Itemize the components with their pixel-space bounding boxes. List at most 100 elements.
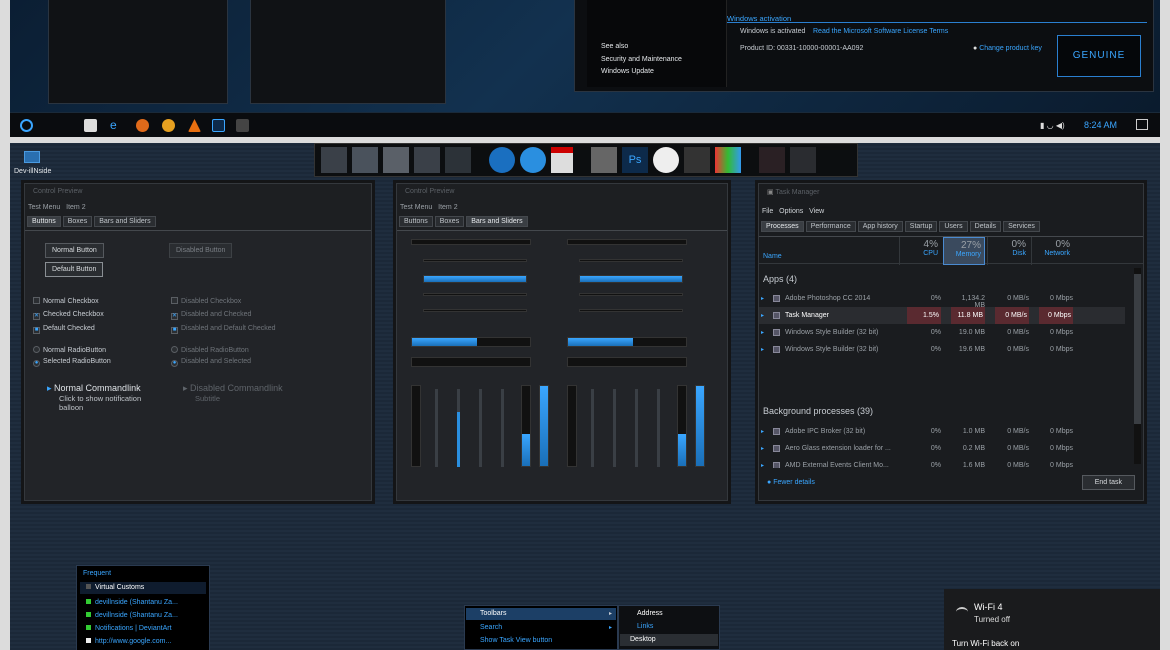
horizontal-scrollbar[interactable]: [411, 239, 531, 245]
jumplist-item[interactable]: devillnside (Shantanu Za...: [80, 610, 206, 622]
change-product-key-link[interactable]: ● Change product key: [973, 45, 1042, 52]
tray-icons[interactable]: ▮ ◡ ◀): [1040, 121, 1065, 130]
col-name[interactable]: Name: [763, 253, 782, 260]
clock[interactable]: 8:24 AM: [1084, 120, 1117, 130]
wifi-turn-on-button[interactable]: Turn Wi-Fi back on: [952, 639, 1019, 648]
menu-item[interactable]: Item 2: [66, 204, 85, 211]
security-maintenance-link[interactable]: Security and Maintenance: [601, 56, 682, 63]
tab-startup[interactable]: Startup: [904, 221, 938, 232]
vertical-slider[interactable]: [591, 389, 594, 467]
trash-icon[interactable]: [383, 147, 409, 173]
menu-file[interactable]: File: [762, 208, 773, 215]
dock-app-icon[interactable]: [321, 147, 347, 173]
process-row[interactable]: ▸ Adobe IPC Broker (32 bit) 0% 1.0 MB 0 MB/s…: [759, 423, 1125, 440]
action-center-icon[interactable]: [1136, 119, 1148, 130]
tab-app-history[interactable]: App history: [857, 221, 903, 232]
photoshop-taskbar-icon[interactable]: [212, 119, 225, 132]
jumplist-item[interactable]: Virtual Customs: [80, 582, 206, 594]
dock-app-icon[interactable]: [352, 147, 378, 173]
firefox-icon[interactable]: [136, 119, 149, 132]
submenu-desktop[interactable]: Desktop: [620, 634, 718, 646]
menu-item[interactable]: Item 2: [438, 204, 457, 211]
menu-options[interactable]: Options: [779, 208, 803, 215]
license-terms-link[interactable]: Read the Microsoft Software License Term…: [813, 28, 948, 35]
menu-item[interactable]: Test Menu: [28, 204, 60, 211]
jumplist-item[interactable]: http://www.google.com...: [80, 636, 206, 648]
tab-performance[interactable]: Performance: [805, 221, 856, 232]
tab-bars-sliders[interactable]: Bars and Sliders: [94, 216, 156, 227]
process-row[interactable]: ▸ Task Manager 1.5% 11.8 MB 0 MB/s 0 Mbps: [759, 307, 1125, 324]
globe-icon[interactable]: [489, 147, 515, 173]
slider-track[interactable]: [579, 293, 683, 296]
selected-radio[interactable]: ● Selected RadioButton: [33, 358, 111, 367]
slider-track[interactable]: [579, 259, 683, 262]
menu-item-toolbars[interactable]: Toolbars ▸: [466, 608, 616, 620]
vertical-scrollbar[interactable]: [411, 385, 421, 467]
slider-track[interactable]: [423, 309, 527, 312]
menu-item-task-view[interactable]: Show Task View button: [466, 635, 616, 647]
menu-item-search[interactable]: Search ▸: [466, 622, 616, 634]
tab-details[interactable]: Details: [969, 221, 1002, 232]
normal-checkbox[interactable]: Normal Checkbox: [33, 297, 99, 305]
expand-arrow-icon[interactable]: ▸: [761, 295, 764, 302]
vlc-icon[interactable]: [188, 119, 201, 132]
default-checked-checkbox[interactable]: ■ Default Checked: [33, 325, 95, 334]
submenu-address[interactable]: Address: [637, 610, 663, 617]
tab-buttons[interactable]: Buttons: [399, 216, 433, 227]
menu-view[interactable]: View: [809, 208, 824, 215]
vertical-slider[interactable]: [479, 389, 482, 467]
fx-icon[interactable]: [653, 147, 679, 173]
dock-app-icon[interactable]: [414, 147, 440, 173]
expand-arrow-icon[interactable]: ▸: [761, 346, 764, 353]
menu-item[interactable]: Test Menu: [400, 204, 432, 211]
normal-button[interactable]: Normal Button: [45, 243, 104, 258]
game-icon[interactable]: [790, 147, 816, 173]
slider-track[interactable]: [423, 293, 527, 296]
desktop-icon-label[interactable]: Dev-illNside: [14, 168, 51, 175]
normal-commandlink[interactable]: ▸ Normal Commandlink Click to show notif…: [47, 383, 157, 412]
slider-track[interactable]: [579, 309, 683, 312]
expand-arrow-icon[interactable]: ▸: [761, 445, 764, 452]
paint-icon[interactable]: [715, 147, 741, 173]
process-row[interactable]: ▸ Windows Style Builder (32 bit) 0% 19.6 MB…: [759, 341, 1125, 358]
store-icon[interactable]: [84, 119, 97, 132]
col-disk[interactable]: 0% Disk: [987, 237, 1029, 265]
jumplist-item[interactable]: Notifications | DeviantArt: [80, 623, 206, 635]
settings-taskbar-icon[interactable]: [236, 119, 249, 132]
tab-buttons[interactable]: Buttons: [27, 216, 61, 227]
col-cpu[interactable]: 4% CPU: [899, 237, 941, 265]
start-icon[interactable]: [20, 119, 33, 132]
slider-bar[interactable]: [423, 275, 527, 283]
normal-radio[interactable]: Normal RadioButton: [33, 346, 106, 354]
vertical-slider[interactable]: [635, 389, 638, 467]
vertical-slider[interactable]: [435, 389, 438, 467]
folder-icon[interactable]: [24, 151, 40, 163]
vertical-slider[interactable]: [657, 389, 660, 467]
process-row[interactable]: ▸ Windows Style Builder (32 bit) 0% 19.0 MB…: [759, 324, 1125, 341]
checked-checkbox[interactable]: ✕ Checked Checkbox: [33, 311, 104, 320]
end-task-button[interactable]: End task: [1081, 475, 1135, 490]
expand-arrow-icon[interactable]: ▸: [761, 428, 764, 435]
scrollbar[interactable]: [1134, 268, 1141, 464]
vertical-scrollbar[interactable]: [567, 385, 577, 467]
col-memory[interactable]: 27% Memory: [943, 237, 985, 265]
vertical-slider[interactable]: [501, 389, 504, 467]
tab-processes[interactable]: Processes: [761, 221, 804, 232]
style-builder-icon[interactable]: [684, 147, 710, 173]
network-icon[interactable]: [520, 147, 546, 173]
tab-boxes[interactable]: Boxes: [62, 216, 93, 227]
process-row[interactable]: ▸ Aero Glass extension loader for ... 0% 0.…: [759, 440, 1125, 457]
dock-app-icon[interactable]: [445, 147, 471, 173]
jumplist-item[interactable]: devillnside (Shantanu Za...: [80, 597, 206, 609]
tab-services[interactable]: Services: [1003, 221, 1040, 232]
photoshop-icon[interactable]: Ps: [622, 147, 648, 173]
col-network[interactable]: 0% Network: [1031, 237, 1073, 265]
fewer-details-link[interactable]: ● Fewer details: [767, 479, 815, 486]
slider-track[interactable]: [423, 259, 527, 262]
horizontal-scrollbar[interactable]: [567, 239, 687, 245]
tab-users[interactable]: Users: [939, 221, 968, 232]
amd-icon[interactable]: [551, 147, 573, 173]
slider-bar[interactable]: [579, 275, 683, 283]
default-button[interactable]: Default Button: [45, 262, 104, 277]
windows-update-link[interactable]: Windows Update: [601, 68, 654, 75]
